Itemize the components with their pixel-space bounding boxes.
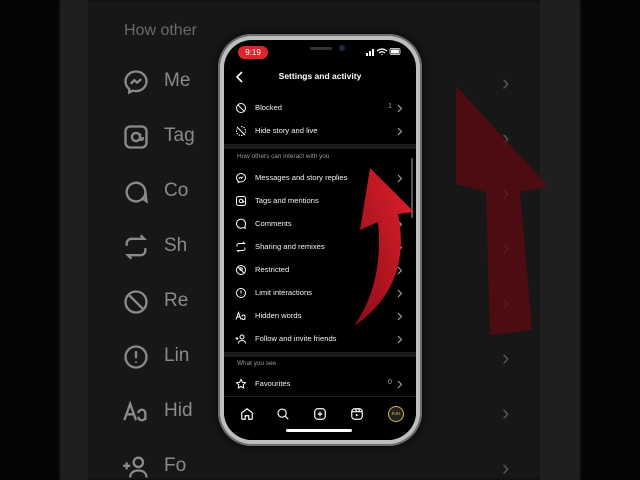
- comment-icon: [125, 181, 148, 204]
- settings-row-follow-invite[interactable]: Follow and invite friends: [224, 328, 416, 351]
- background-frame-left: [60, 0, 88, 480]
- background-row-label: Me: [164, 70, 191, 91]
- search-icon[interactable]: [276, 407, 290, 421]
- notch: [278, 40, 362, 60]
- background-row-label: Lin: [164, 345, 190, 366]
- settings-row-messages[interactable]: Messages and story replies: [224, 167, 416, 190]
- phone-screen: 9:19 Settings and activity Blocked 1 Hid…: [224, 40, 416, 440]
- settings-row-comments[interactable]: Comments: [224, 213, 416, 236]
- text-aa-icon: [235, 311, 246, 321]
- chevron-right-icon: [397, 220, 403, 229]
- settings-row-limit[interactable]: Limit interactions: [224, 282, 416, 305]
- settings-row-hide-story[interactable]: Hide story and live: [224, 120, 416, 143]
- add-person-icon: [123, 456, 148, 478]
- row-label: Hidden words: [255, 311, 302, 320]
- chevron-right-icon: ›: [502, 455, 510, 480]
- settings-row-sharing[interactable]: Sharing and remixes: [224, 236, 416, 259]
- status-time: 9:19: [238, 46, 268, 59]
- chevron-right-icon: ›: [502, 400, 510, 425]
- star-icon: [235, 378, 247, 389]
- section-label-see: What you see: [237, 360, 277, 367]
- settings-row-blocked[interactable]: Blocked 1: [224, 97, 416, 120]
- profile-avatar[interactable]: RJH: [388, 406, 404, 422]
- chevron-right-icon: ›: [502, 345, 510, 370]
- settings-row-hidden-words[interactable]: Hidden words: [224, 305, 416, 328]
- row-label: Limit interactions: [255, 288, 312, 297]
- messenger-icon: [235, 172, 247, 184]
- background-row-label: Sh: [164, 235, 188, 256]
- chevron-right-icon: [397, 243, 403, 252]
- settings-row-restricted[interactable]: Restricted: [224, 259, 416, 282]
- row-label: Follow and invite friends: [255, 334, 337, 343]
- row-label: Comments: [255, 219, 292, 228]
- at-sign-icon: [124, 125, 148, 149]
- section-divider: [224, 144, 416, 149]
- signal-icon: [366, 49, 374, 56]
- background-arrow: [456, 86, 548, 335]
- hide-story-icon: [236, 126, 246, 136]
- battery-icon: [389, 48, 401, 55]
- background-row-label: Fo: [164, 455, 187, 476]
- home-indicator: [286, 429, 352, 432]
- settings-row-favourites[interactable]: Favourites 0: [224, 373, 416, 396]
- background-row: Fo ›: [122, 449, 522, 480]
- row-label: Blocked: [255, 103, 283, 112]
- row-label: Sharing and remixes: [255, 242, 325, 251]
- blocked-icon: [236, 103, 246, 113]
- chevron-right-icon: [397, 380, 403, 389]
- row-label: Hide story and live: [255, 126, 318, 135]
- chevron-right-icon: [397, 197, 403, 206]
- chevron-right-icon: [397, 289, 403, 298]
- row-label: Messages and story replies: [255, 173, 348, 182]
- chevron-right-icon: [397, 335, 403, 344]
- row-label: Tags and mentions: [255, 196, 319, 205]
- background-row-label: Co: [164, 180, 189, 201]
- settings-row-tags[interactable]: Tags and mentions: [224, 190, 416, 213]
- at-sign-icon: [236, 196, 246, 206]
- text-aa-icon: [123, 400, 147, 422]
- share-remix-icon: [125, 234, 147, 260]
- chevron-right-icon: [397, 266, 403, 275]
- tab-bar: RJH: [224, 396, 416, 440]
- restricted-icon: [124, 290, 148, 314]
- chevron-right-icon: [397, 127, 403, 136]
- row-label: Restricted: [255, 265, 290, 274]
- messenger-icon: [124, 70, 148, 95]
- limit-icon: [124, 345, 148, 369]
- reels-icon[interactable]: [350, 407, 364, 421]
- section-label-interact: How others can interact with you: [237, 153, 330, 160]
- limit-icon: [236, 288, 246, 298]
- create-icon[interactable]: [313, 407, 327, 421]
- scrollbar[interactable]: [411, 158, 413, 218]
- row-label: Favourites: [255, 379, 291, 388]
- phone-frame: 9:19 Settings and activity Blocked 1 Hid…: [218, 34, 422, 446]
- background-row-label: Tag: [164, 125, 195, 146]
- row-count: 0: [388, 379, 392, 386]
- chevron-right-icon: [397, 104, 403, 113]
- row-count: 1: [388, 103, 392, 110]
- comment-icon: [236, 218, 247, 230]
- status-icons: [366, 48, 401, 56]
- header: Settings and activity: [224, 64, 416, 90]
- share-remix-icon: [236, 241, 246, 253]
- background-section-label: How other: [124, 22, 197, 39]
- background-row-label: Re: [164, 290, 189, 311]
- home-icon[interactable]: [240, 407, 254, 421]
- restricted-icon: [236, 265, 246, 275]
- wifi-icon: [376, 48, 388, 56]
- add-person-icon: [235, 334, 246, 344]
- chevron-right-icon: [397, 174, 403, 183]
- section-divider: [224, 352, 416, 357]
- background-row-label: Hid: [164, 400, 193, 421]
- page-title: Settings and activity: [278, 71, 362, 81]
- chevron-right-icon: [397, 312, 403, 321]
